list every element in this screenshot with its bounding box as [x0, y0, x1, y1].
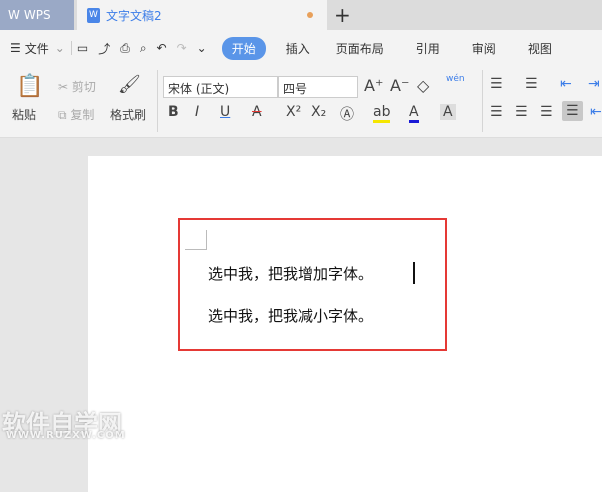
- document-tab[interactable]: W 文字文稿2: [77, 0, 327, 30]
- char-shading-icon[interactable]: A: [440, 104, 456, 120]
- align-center-icon[interactable]: ☰: [515, 104, 528, 120]
- font-size-value: 四号: [283, 82, 308, 96]
- increase-indent-icon[interactable]: ⇥: [588, 76, 600, 92]
- unsaved-dot-icon: [307, 12, 313, 18]
- text-cursor: [413, 262, 415, 284]
- file-menu[interactable]: 文件: [25, 40, 49, 57]
- redo-icon[interactable]: ↷: [172, 41, 192, 55]
- tab-view[interactable]: 视图: [512, 40, 568, 57]
- divider: [157, 70, 158, 132]
- undo-icon[interactable]: ↶: [152, 41, 172, 55]
- clear-format-icon[interactable]: ◇: [417, 76, 429, 95]
- tab-home[interactable]: 开始: [221, 36, 266, 60]
- decrease-indent-icon[interactable]: ⇤: [560, 76, 572, 92]
- watermark-url: WWW.RUZXW.COM: [6, 430, 126, 441]
- distributed-align-icon[interactable]: ⇤: [590, 104, 602, 120]
- shrink-font-icon[interactable]: A⁻: [390, 76, 409, 95]
- wps-label: WPS: [23, 8, 51, 22]
- text-effect-icon[interactable]: Ⓐ: [340, 104, 354, 124]
- brush-icon[interactable]: 🖌: [118, 74, 141, 95]
- font-family-value: 宋体 (正文): [168, 82, 230, 96]
- highlight-icon[interactable]: ab: [373, 104, 391, 123]
- hamburger-icon[interactable]: ☰: [0, 41, 25, 55]
- superscript-icon[interactable]: X²: [286, 104, 301, 120]
- align-left-icon[interactable]: ☰: [490, 104, 503, 120]
- font-color-icon[interactable]: A: [409, 104, 419, 123]
- tab-page-layout[interactable]: 页面布局: [320, 40, 400, 57]
- font-size-select[interactable]: 四号: [278, 76, 358, 98]
- chevron-down-icon[interactable]: ⌄: [49, 41, 71, 55]
- strikethrough-icon[interactable]: A: [252, 104, 262, 120]
- print-icon[interactable]: ⎙: [115, 41, 135, 56]
- highlight-box: [178, 218, 447, 351]
- wps-logo-icon: W: [8, 8, 20, 22]
- text-line-1[interactable]: 选中我，把我增加字体。: [208, 263, 373, 284]
- underline-icon[interactable]: U: [220, 104, 230, 120]
- numbered-list-icon[interactable]: ☰: [525, 76, 538, 92]
- bullet-list-icon[interactable]: ☰: [490, 76, 503, 92]
- document-tab-label: 文字文稿2: [106, 8, 162, 23]
- paste-icon[interactable]: 📋: [16, 74, 43, 99]
- font-family-select[interactable]: 宋体 (正文): [163, 76, 278, 98]
- new-tab-button[interactable]: +: [334, 3, 351, 27]
- pinyin-button[interactable]: wén: [446, 74, 465, 84]
- copy-label: 复制: [70, 108, 95, 122]
- grow-font-icon[interactable]: A⁺: [364, 76, 383, 95]
- paste-button[interactable]: 粘贴: [12, 106, 36, 123]
- document-icon: W: [87, 7, 100, 23]
- ribbon: 📋 粘贴 ✂ 剪切 ⧉ 复制 🖌 格式刷 宋体 (正文) 四号 A⁺ A⁻ ◇ …: [0, 66, 602, 138]
- save-icon[interactable]: ▭: [70, 41, 93, 55]
- format-painter-button[interactable]: 格式刷: [110, 106, 146, 123]
- subscript-icon[interactable]: X₂: [311, 104, 326, 120]
- more-icon[interactable]: ⌄: [192, 41, 212, 55]
- text-line-2[interactable]: 选中我，把我减小字体。: [208, 305, 373, 326]
- align-right-icon[interactable]: ☰: [540, 104, 553, 120]
- justify-icon[interactable]: ☰: [562, 101, 583, 121]
- divider: [482, 70, 483, 132]
- tab-references[interactable]: 引用: [400, 40, 456, 57]
- cut-button[interactable]: ✂ 剪切: [58, 78, 96, 95]
- export-icon[interactable]: ⤴: [93, 40, 115, 57]
- italic-icon[interactable]: I: [195, 104, 199, 120]
- cut-label: 剪切: [71, 80, 96, 94]
- print-preview-icon[interactable]: ⌕: [135, 41, 152, 56]
- copy-button[interactable]: ⧉ 复制: [58, 106, 94, 123]
- tab-insert[interactable]: 插入: [276, 40, 320, 57]
- wps-home-tab[interactable]: W WPS: [0, 0, 74, 30]
- menu-bar: ☰ 文件 ⌄ ▭ ⤴ ⎙ ⌕ ↶ ↷ ⌄ 开始 插入 页面布局 引用 审阅 视图: [0, 30, 602, 66]
- tab-review[interactable]: 审阅: [456, 40, 512, 57]
- bold-icon[interactable]: B: [168, 104, 179, 120]
